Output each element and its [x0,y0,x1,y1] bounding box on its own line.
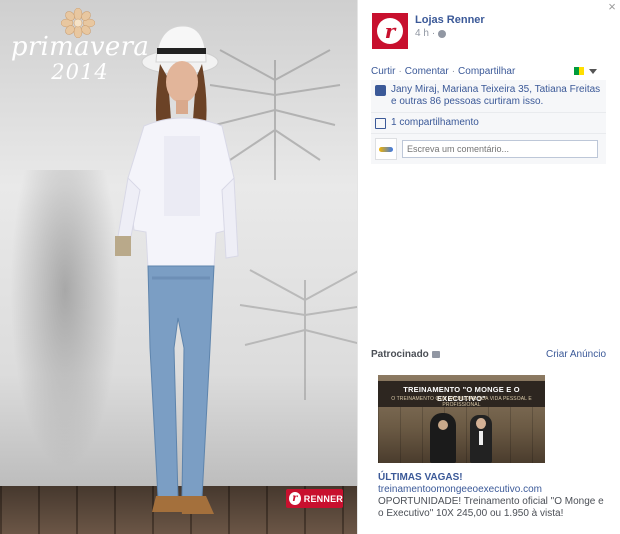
sponsored-label: Patrocinado [371,349,429,360]
renner-logo-icon: r [289,492,301,505]
chevron-down-icon[interactable] [589,68,597,74]
create-ad-link[interactable]: Criar Anúncio [546,349,606,360]
post-photo[interactable]: primavera 2014 r RENNER [0,0,357,534]
ad-banner: TREINAMENTO "O MONGE E O EXECUTIVO" O TR… [378,381,545,408]
ad-icon [431,351,440,358]
share-link[interactable]: Compartilhar [458,66,515,77]
post-side-panel: × r Lojas Renner 4 h · Curtir · Comentar… [357,0,620,534]
comment-input[interactable] [402,140,598,158]
share-icon [375,118,386,129]
post-actions: Curtir · Comentar · Compartilhar [371,66,516,77]
ad-url-link[interactable]: treinamentoomongeeoexecutivo.com [378,484,542,495]
renner-avatar-icon: r [377,18,403,44]
like-link[interactable]: Curtir [371,66,395,77]
renner-logo-text: RENNER [303,493,343,504]
post-options[interactable] [574,67,597,75]
likes-summary[interactable]: Jany Miraj, Mariana Teixeira 35, Tatiana… [391,84,602,108]
page-avatar[interactable]: r [372,13,408,49]
shares-row: 1 compartilhamento [371,113,606,134]
feedback-box: Jany Miraj, Mariana Teixeira 35, Tatiana… [371,80,606,164]
ad-description: OPORTUNIDADE! Treinamento oficial "O Mon… [378,496,604,519]
post-meta: 4 h · [415,28,447,39]
executive-figure [470,415,492,463]
monk-figure [430,413,456,463]
likes-row: Jany Miraj, Mariana Teixeira 35, Tatiana… [371,80,606,113]
sponsored-header: Patrocinado [371,349,440,360]
close-icon[interactable]: × [605,0,619,14]
post-timestamp[interactable]: 4 h [415,28,429,39]
ad-title-link[interactable]: ÚLTIMAS VAGAS! [378,472,463,483]
globe-icon[interactable] [438,29,447,38]
viewer-avatar [375,138,397,160]
comment-link[interactable]: Comentar [405,66,449,77]
comment-row [371,134,606,164]
renner-logo-badge: r RENNER [286,489,343,508]
shares-count-link[interactable]: 1 compartilhamento [391,117,479,129]
thumbs-up-icon [375,85,386,96]
ad-image[interactable]: TREINAMENTO "O MONGE E O EXECUTIVO" O TR… [378,375,545,463]
page-name-link[interactable]: Lojas Renner [415,14,485,26]
language-flag-icon [574,67,584,75]
model-figure [115,25,239,514]
